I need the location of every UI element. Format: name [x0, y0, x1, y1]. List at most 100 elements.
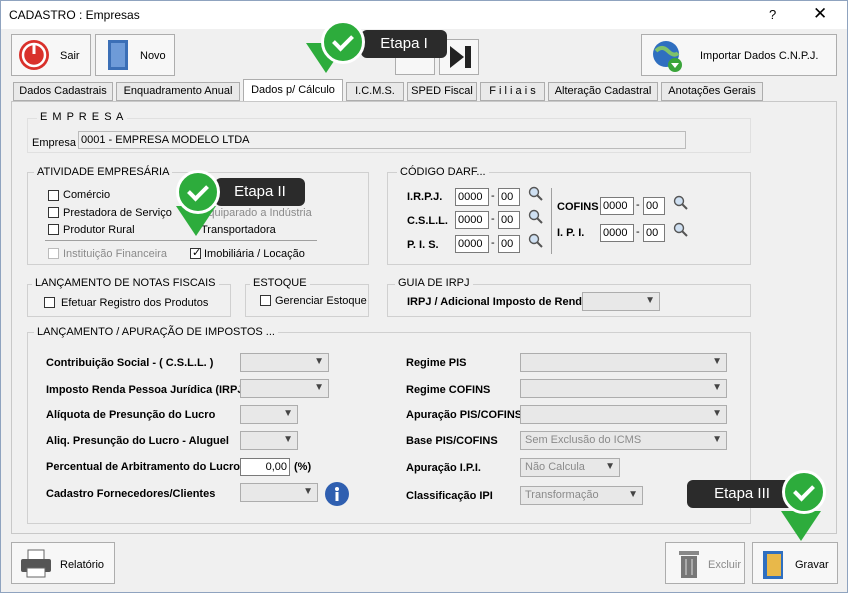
relatorio-button[interactable]: Relatório [11, 542, 115, 584]
atividade-divider [45, 240, 317, 241]
apuracao-ipi-select[interactable]: Não Calcula ▼ [520, 458, 620, 477]
produtor-checkbox[interactable] [48, 224, 59, 235]
tab-sped-fiscal[interactable]: SPED Fiscal [407, 82, 477, 101]
gerenciar-estoque-label: Gerenciar Estoque [275, 295, 367, 307]
tab-icms[interactable]: I.C.M.S. [346, 82, 404, 101]
guia-irpj-group-title: GUIA DE IRPJ [395, 277, 473, 289]
cadastro-label: Cadastro Fornecedores/Clientes [46, 488, 216, 500]
empresa-field[interactable]: 0001 - EMPRESA MODELO LTDA [78, 131, 686, 149]
imobiliaria-checkbox[interactable]: ✓ [190, 247, 201, 259]
darf-csll-code[interactable]: 0000 [455, 211, 489, 229]
impostos-group-title: LANÇAMENTO / APURAÇÃO DE IMPOSTOS ... [34, 326, 278, 338]
base-pis-label: Base PIS/COFINS [406, 435, 498, 447]
equiparado-label: Equiparado a Indústria [201, 207, 312, 219]
search-icon[interactable] [528, 233, 544, 249]
darf-pis-dash: - [491, 237, 495, 249]
gravar-button[interactable]: Gravar [752, 542, 838, 584]
importar-cnpj-button[interactable]: Importar Dados C.N.P.J. [641, 34, 837, 76]
power-icon [19, 40, 49, 70]
sair-button[interactable]: Sair [11, 34, 91, 76]
gravar-label: Gravar [795, 559, 829, 571]
prestadora-checkbox[interactable] [48, 207, 59, 218]
novo-label: Novo [140, 50, 166, 62]
search-icon[interactable] [528, 209, 544, 225]
percentual-field[interactable]: 0,00 [240, 458, 290, 476]
regime-cofins-select[interactable]: ▼ [520, 379, 727, 398]
help-button[interactable]: ? [769, 7, 776, 22]
apuracao-pis-select[interactable]: ▼ [520, 405, 727, 424]
instituicao-checkbox[interactable] [48, 248, 59, 259]
excluir-button[interactable]: Excluir [665, 542, 745, 584]
importar-label: Importar Dados C.N.P.J. [700, 50, 819, 62]
darf-cofins-code[interactable]: 0000 [600, 197, 634, 215]
irpj-select[interactable]: ▼ [240, 379, 329, 398]
regime-pis-label: Regime PIS [406, 357, 467, 369]
save-folder-icon [763, 551, 783, 579]
produtor-label: Produtor Rural [63, 224, 135, 236]
percent-unit: (%) [294, 461, 312, 473]
search-icon[interactable] [673, 195, 689, 211]
close-button[interactable]: ✕ [813, 4, 827, 24]
percentual-label: Percentual de Arbitramento do Lucro [46, 461, 240, 473]
darf-csll-sub[interactable]: 00 [498, 211, 520, 229]
guia-irpj-label: IRPJ / Adicional Imposto de Renda [407, 296, 589, 308]
estoque-group-title: ESTOQUE [250, 277, 310, 289]
darf-pis-code[interactable]: 0000 [455, 235, 489, 253]
title-bar: CADASTRO : Empresas ? ✕ [1, 1, 847, 29]
guia-irpj-select[interactable]: ▼ [582, 292, 660, 311]
aliq-aluguel-select[interactable]: ▼ [240, 431, 298, 450]
efetuar-registro-checkbox[interactable] [44, 297, 55, 308]
contrib-select[interactable]: ▼ [240, 353, 329, 372]
gerenciar-estoque-checkbox[interactable] [260, 295, 271, 306]
cadastro-window: CADASTRO : Empresas ? ✕ Sair Novo Import… [0, 0, 848, 593]
base-pis-select[interactable]: Sem Exclusão do ICMS ▼ [520, 431, 727, 450]
tab-enquadramento-anual[interactable]: Enquadramento Anual [116, 82, 240, 101]
aliq-aluguel-label: Aliq. Presunção do Lucro - Aluguel [46, 435, 229, 447]
excluir-label: Excluir [708, 559, 742, 571]
apuracao-ipi-label: Apuração I.P.I. [406, 462, 481, 474]
regime-cofins-label: Regime COFINS [406, 384, 491, 396]
etapa2-badge: Etapa II [215, 178, 305, 206]
darf-ipi-code[interactable]: 0000 [600, 224, 634, 242]
comercio-checkbox[interactable] [48, 190, 59, 201]
empresa-group-title: E M P R E S A [37, 111, 128, 123]
tab-dados-cadastrais[interactable]: Dados Cadastrais [13, 82, 113, 101]
new-document-icon [108, 40, 128, 70]
darf-cofins-dash: - [636, 199, 640, 211]
darf-csll-label: C.S.L.L. [407, 215, 448, 227]
efetuar-registro-label: Efetuar Registro dos Produtos [61, 297, 209, 309]
tab-alteracao-cadastral[interactable]: Alteração Cadastral [548, 82, 658, 101]
instituicao-label: Instituição Financeira [63, 248, 167, 260]
darf-pis-label: P. I. S. [407, 239, 439, 251]
tab-dados-calculo[interactable]: Dados p/ Cálculo [243, 79, 343, 102]
darf-irpj-sub[interactable]: 00 [498, 188, 520, 206]
classificacao-select[interactable]: Transformação ▼ [520, 486, 643, 505]
classificacao-value: Transformação [525, 489, 599, 501]
darf-irpj-label: I.R.P.J. [407, 191, 443, 203]
last-record-icon [450, 46, 471, 68]
darf-cofins-sub[interactable]: 00 [643, 197, 665, 215]
darf-irpj-dash: - [491, 190, 495, 202]
darf-csll-dash: - [491, 213, 495, 225]
tab-anotacoes-gerais[interactable]: Anotações Gerais [661, 82, 763, 101]
apuracao-pis-label: Apuração PIS/COFINS [406, 409, 523, 421]
irpj-label: Imposto Renda Pessoa Jurídica (IRPJ) [46, 384, 248, 396]
darf-divider [551, 188, 552, 254]
transportadora-label: Transportadora [201, 224, 276, 236]
regime-pis-select[interactable]: ▼ [520, 353, 727, 372]
search-icon[interactable] [528, 186, 544, 202]
tab-filiais[interactable]: F i l i a i s [480, 82, 545, 101]
search-icon[interactable] [673, 222, 689, 238]
aliquota-select[interactable]: ▼ [240, 405, 298, 424]
darf-irpj-code[interactable]: 0000 [455, 188, 489, 206]
comercio-label: Comércio [63, 189, 111, 201]
check-icon [176, 170, 220, 214]
prestadora-label: Prestadora de Serviço [63, 207, 172, 219]
info-icon[interactable] [324, 481, 350, 507]
novo-button[interactable]: Novo [95, 34, 175, 76]
etapa1-badge: Etapa I [361, 30, 447, 58]
check-icon [321, 20, 365, 64]
darf-pis-sub[interactable]: 00 [498, 235, 520, 253]
cadastro-select[interactable]: ▼ [240, 483, 318, 502]
darf-ipi-sub[interactable]: 00 [643, 224, 665, 242]
